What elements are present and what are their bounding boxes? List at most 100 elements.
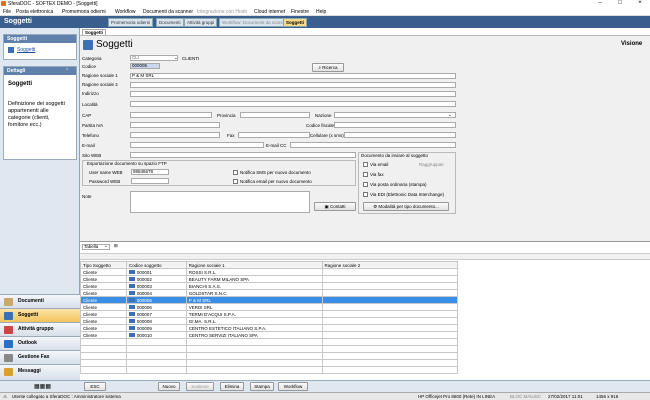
menu-finestre[interactable]: Finestre [291,9,309,15]
telefono-input[interactable] [130,132,220,138]
table-row[interactable]: Cliente 000001 ROSSI S.R.L. [80,268,458,276]
table-row[interactable]: Cliente 000010 CENTRO SERVIZI ITALIANO SPA [80,331,458,339]
table-row[interactable]: Cliente 000002 BEAUTY FARM MILANO SPA [80,275,458,283]
close-button[interactable]: × [630,0,650,8]
sostiene-button[interactable]: Sostiene [186,382,214,391]
notifica-sms-checkbox[interactable] [233,170,238,175]
table-cell: GI.MA. S.R.L. [185,317,323,325]
fax-input[interactable] [238,132,310,138]
col-ragione1[interactable]: Ragione sociale 1 [185,261,323,269]
collapse-icon[interactable]: ⌃ [65,68,69,74]
tab-promemoria[interactable]: Promemoria odierni [108,18,154,27]
table-cell [321,282,458,290]
sito-input[interactable] [130,152,356,158]
table-cell [321,310,458,318]
elimina-button[interactable]: Elimina [220,382,244,391]
col-tipo[interactable]: Tipo Soggetto [80,261,127,269]
menu-workflow[interactable]: Workflow [115,9,135,15]
table-cell: P & M SRL [185,296,323,304]
ftp-group: Esportazione documento su spazio FTP Use… [82,160,356,186]
ricerca-button[interactable]: ⌕ Ricerca [312,63,344,72]
table-row[interactable]: Cliente 000006 VERDI SRL [80,303,458,311]
menu-posta[interactable]: Posta elettronica [16,9,53,15]
soggetto-row-icon [128,305,135,310]
grid-options-icon[interactable]: ⊞ [114,243,118,249]
soggetto-row-icon [128,284,135,289]
cell-codice: 000005 [125,296,187,304]
note-textarea[interactable] [130,191,310,213]
modalita-button[interactable]: ⚙ Modalità per tipo documento... [363,202,449,211]
menu-cloud[interactable]: Cloud internet [254,9,285,15]
via-posta-checkbox[interactable] [363,182,368,187]
emailcc-input[interactable] [290,142,456,148]
table-header: Tipo Soggetto Codice soggetto Ragione so… [80,261,458,269]
maximize-button[interactable]: □ [610,0,630,8]
table-cell: CENTRO SERVIZI ITALIANO SPA [185,331,323,339]
table-cell: BIANCHI S.A.S. [185,282,323,290]
empty-cell [321,338,458,346]
tab-soggetti[interactable]: Soggetti [283,18,307,27]
stampa-button[interactable]: Stampa [250,382,274,391]
ragione1-input[interactable]: P & M SRL [130,73,456,79]
via-edi-label: Via EDI (Elettronic Data Interchange) [370,192,444,197]
cf-input[interactable] [334,122,456,128]
password-input[interactable] [131,178,169,184]
table-row[interactable]: Cliente 000003 BIANCHI S.A.S. [80,282,458,290]
cell-codice: 000008 [125,317,187,325]
menu-help[interactable]: Help [316,9,326,15]
indirizzo-input[interactable] [130,91,456,97]
empty-row [80,338,458,346]
col-codice[interactable]: Codice soggetto [125,261,187,269]
via-fax-checkbox[interactable] [363,172,368,177]
soggetti-link[interactable]: Soggetti [17,47,35,53]
nav-attivita-gruppo[interactable]: Attività gruppo [0,322,80,336]
table-row[interactable]: Cliente 000005 P & M SRL [80,296,458,304]
ragione2-input[interactable] [130,82,456,88]
menu-scanner[interactable]: Documenti da scanner [143,9,193,15]
minimize-button[interactable]: – [590,0,610,8]
codice-input[interactable]: 000005 [130,63,160,69]
nav-outlook[interactable]: Outlook [0,336,80,350]
localita-input[interactable] [130,101,456,107]
table-row[interactable]: Cliente 000008 GI.MA. S.R.L. [80,317,458,325]
note-label: Note [82,194,92,199]
nav-documenti[interactable]: Documenti [0,294,80,308]
piva-input[interactable] [130,122,220,128]
status-icon: ⚠ [3,394,8,399]
cap-input[interactable] [130,112,212,118]
nav-gestione-fax[interactable]: Gestione Fax [0,350,80,364]
tab-workflow-scanner[interactable]: Workflow: Documenti da scanner [219,18,291,27]
esc-button[interactable]: ESC [84,382,106,391]
tab-documenti[interactable]: Documenti [156,18,184,27]
via-edi-checkbox[interactable] [363,192,368,197]
cf-label: Codice fiscale [306,123,335,128]
nav-messaggi[interactable]: Messaggi [0,364,80,380]
categoria-select[interactable]: CLI [130,55,178,61]
nav-soggetti[interactable]: Soggetti [0,308,80,322]
col-ragione2[interactable]: Ragione sociale 2 [321,261,458,269]
messaggi-icon [4,368,13,376]
workflow-button[interactable]: Workflow [278,382,308,391]
mini-nav-icons[interactable]: ▦▦▦ [34,383,51,390]
subtab-bar: Soggetti [80,28,650,36]
menu-promemoria[interactable]: Promemoria odierni [62,9,106,15]
tab-attivita[interactable]: Attività gruppi [184,18,218,27]
notifica-email-checkbox[interactable] [233,179,238,184]
table-cell: Cliente [80,331,127,339]
username-input[interactable]: 98846678 [131,169,169,175]
via-email-checkbox[interactable] [363,162,368,167]
table-row[interactable]: Cliente 000004 GOLDSTAR S.N.C. [80,289,458,297]
cellulare-input[interactable] [344,132,456,138]
table-row[interactable]: Cliente 000009 CENTRO ESTETICO ITALIANO S.… [80,324,458,332]
nazione-select[interactable] [334,112,456,118]
menu-file[interactable]: File [3,9,11,15]
filter-row[interactable] [80,253,650,260]
menu-integrazione[interactable]: Integrazione con Hosti [197,9,247,15]
contatti-button[interactable]: ▣ Contatti [314,202,356,211]
empty-cell [185,338,323,346]
provincia-input[interactable] [240,112,310,118]
nuovo-button[interactable]: Nuovo [158,382,180,391]
table-row[interactable]: Cliente 000007 TERMI D'ACQUI S.P.A. [80,310,458,318]
subtab-soggetti[interactable]: Soggetti [82,29,106,35]
email-input[interactable] [130,142,264,148]
